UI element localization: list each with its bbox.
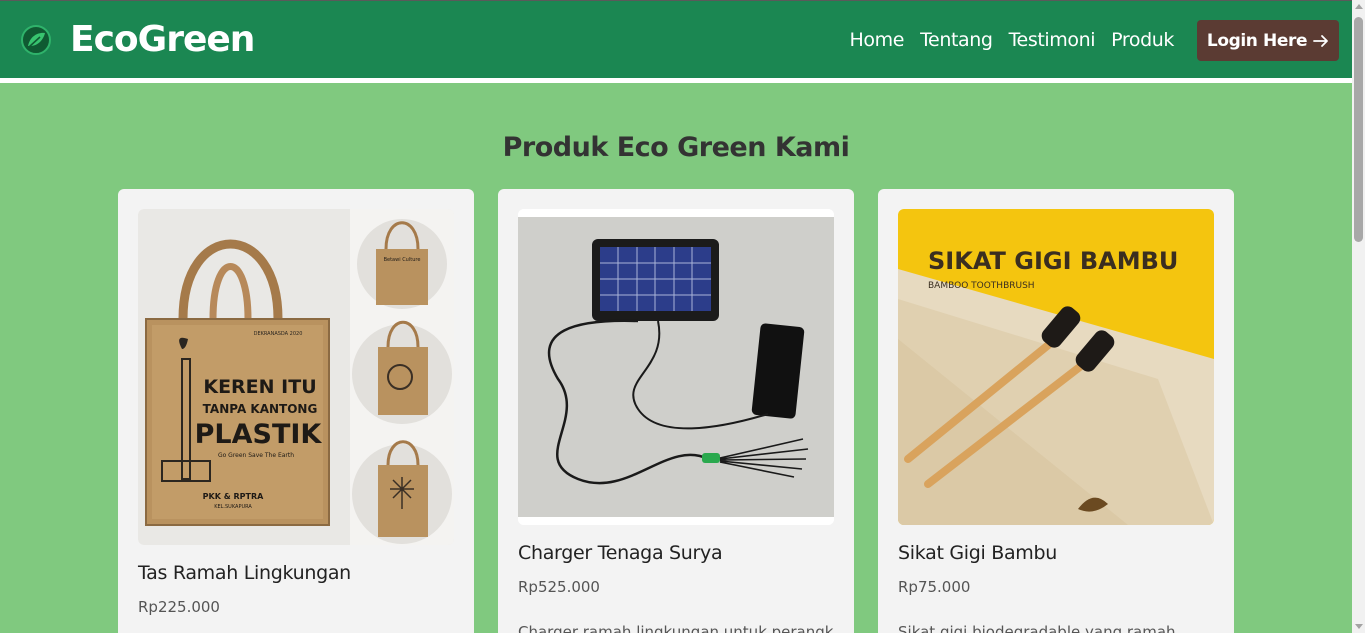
bag-text-line2: TANPA KANTONG (203, 402, 318, 416)
bag-small-top: DEKRANASDA 2020 (254, 331, 303, 337)
product-description: Sikat gigi biodegradable yang ramah (898, 623, 1176, 633)
bag-tagline: Go Green Save The Earth (218, 452, 294, 459)
product-image[interactable]: SIKAT GIGI BAMBU BAMBOO TOOTHBRUSH (898, 209, 1214, 525)
product-image[interactable] (518, 209, 834, 525)
toothbrush-image-title: SIKAT GIGI BAMBU (928, 247, 1178, 275)
nav-link-produk[interactable]: Produk (1111, 29, 1174, 51)
product-image[interactable]: DEKRANASDA 2020 KEREN ITU TANPA KANTONG … (138, 209, 454, 545)
bag-text-line1: KEREN ITU (203, 376, 316, 398)
product-description: Charger ramah lingkungan untuk perangkat (518, 623, 834, 633)
navbar-divider (0, 78, 1352, 83)
scrollbar-thumb[interactable] (1354, 17, 1363, 242)
nav-link-tentang[interactable]: Tentang (920, 29, 993, 51)
section-title: Produk Eco Green Kami (502, 132, 850, 163)
product-card[interactable]: SIKAT GIGI BAMBU BAMBOO TOOTHBRUSH Sikat… (878, 189, 1234, 633)
product-price: Rp525.000 (518, 578, 600, 596)
product-card[interactable]: Charger Tenaga Surya Rp525.000 Charger r… (498, 189, 854, 633)
nav-link-home[interactable]: Home (850, 29, 905, 51)
brand-name[interactable]: EcoGreen (70, 19, 255, 60)
product-name: Sikat Gigi Bambu (898, 542, 1058, 564)
navbar: EcoGreen Home Tentang Testimoni Produk L… (0, 1, 1352, 78)
leaf-icon[interactable] (20, 24, 52, 56)
toothbrush-image-subtitle: BAMBOO TOOTHBRUSH (928, 281, 1035, 291)
nav-link-testimoni[interactable]: Testimoni (1009, 29, 1096, 51)
product-card[interactable]: DEKRANASDA 2020 KEREN ITU TANPA KANTONG … (118, 189, 474, 633)
bag-bottom-line2: KEL.SUKAPURA (214, 504, 252, 510)
product-name: Tas Ramah Lingkungan (138, 562, 351, 584)
bag-bottom-line1: PKK & RPTRA (203, 492, 264, 501)
nav-links: Home Tentang Testimoni Produk (850, 29, 1175, 51)
side-bag-title: Betawi Culture (384, 257, 421, 263)
scroll-up-arrow-icon[interactable] (1355, 4, 1363, 9)
product-name: Charger Tenaga Surya (518, 542, 723, 564)
product-price: Rp225.000 (138, 598, 220, 616)
bag-text-line3: PLASTIK (195, 419, 323, 450)
vertical-scrollbar[interactable] (1352, 0, 1365, 633)
scroll-down-arrow-icon[interactable] (1355, 624, 1363, 629)
arrow-right-icon (1313, 34, 1328, 47)
login-button-label: Login Here (1206, 30, 1308, 51)
login-button[interactable]: Login Here (1197, 20, 1339, 61)
product-price: Rp75.000 (898, 578, 971, 596)
